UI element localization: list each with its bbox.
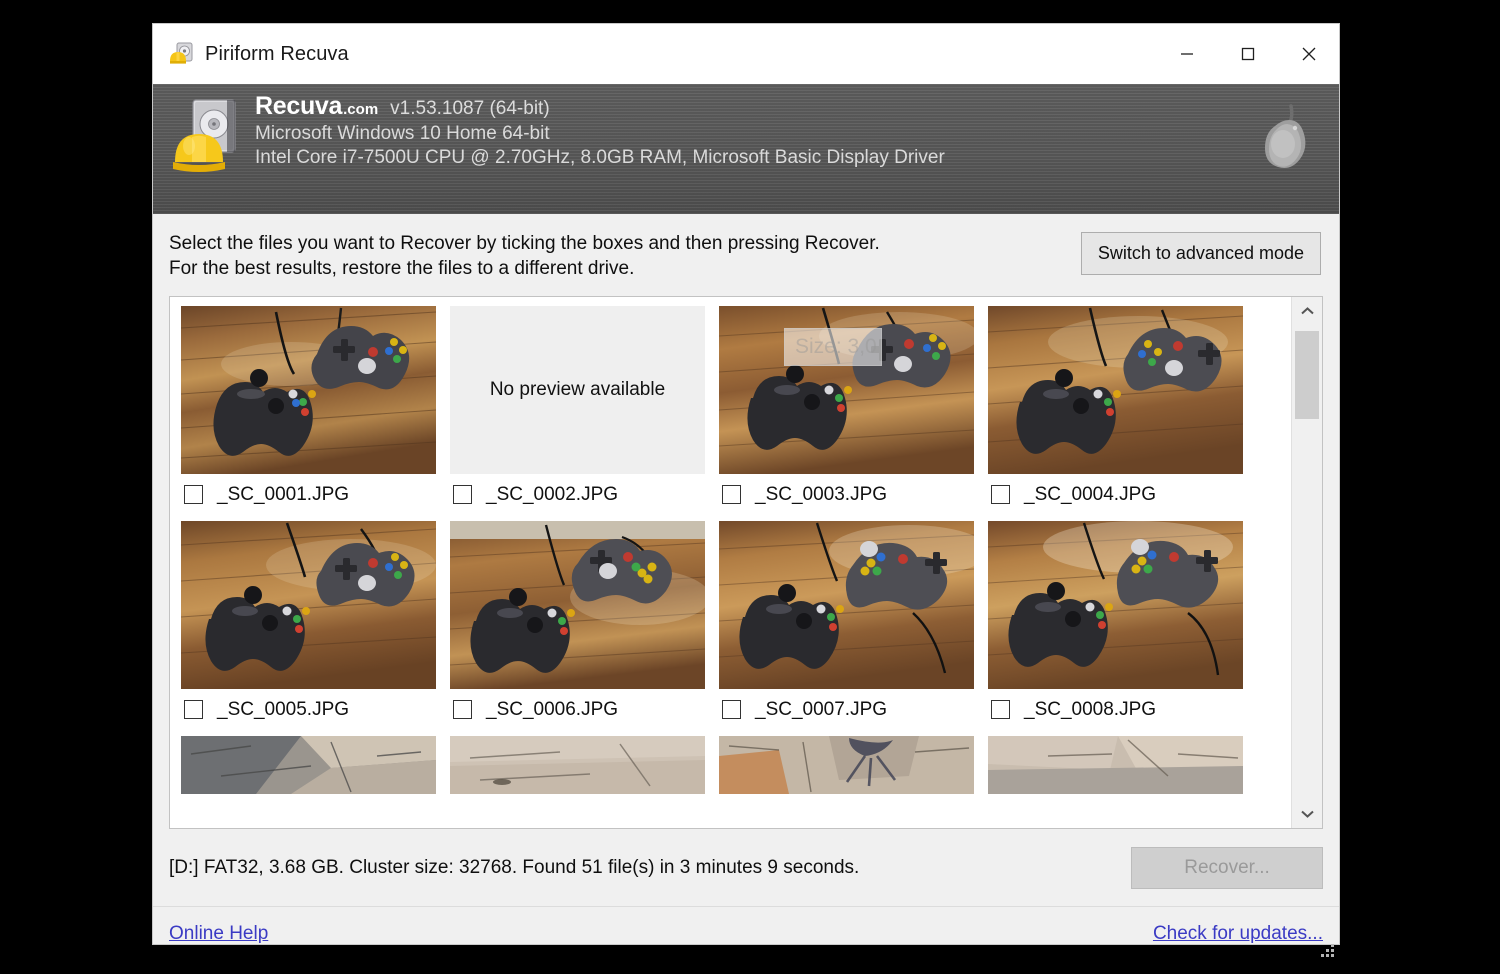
thumbnail-preview[interactable] (719, 306, 974, 474)
piriform-pear-icon (1261, 100, 1317, 174)
file-label-row[interactable]: _SC_0002.JPG (447, 474, 713, 516)
thumbnail-preview[interactable] (450, 736, 705, 794)
hard-drive-hardhat-icon (171, 96, 249, 182)
window-controls (1156, 24, 1339, 84)
file-checkbox[interactable] (991, 700, 1010, 719)
switch-advanced-mode-button[interactable]: Switch to advanced mode (1081, 232, 1321, 275)
file-checkbox[interactable] (722, 700, 741, 719)
file-checkbox[interactable] (722, 485, 741, 504)
file-label-row[interactable]: _SC_0001.JPG (178, 474, 444, 516)
thumbnail-preview[interactable] (988, 306, 1243, 474)
recuva-hardhat-icon (169, 41, 195, 67)
scrollbar-thumb[interactable] (1295, 331, 1319, 419)
file-list-panel: _SC_0001.JPG No preview available _SC_00… (169, 296, 1323, 829)
instruction-line-1: Select the files you want to Recover by … (169, 231, 880, 256)
file-list-scrollbar[interactable] (1291, 297, 1322, 828)
file-tile[interactable]: _SC_0008.JPG (985, 518, 1251, 731)
file-tile[interactable]: _SC_0001.JPG (178, 303, 444, 516)
thumbnail-preview[interactable] (181, 306, 436, 474)
window-title: Piriform Recuva (205, 43, 349, 66)
app-version: v1.53.1087 (64-bit) (390, 99, 550, 118)
minimize-button[interactable] (1156, 24, 1217, 84)
scrollbar-track[interactable] (1292, 325, 1322, 800)
brand-name: Recuva (255, 94, 342, 119)
online-help-link[interactable]: Online Help (169, 923, 268, 945)
file-tile[interactable]: No preview available _SC_0002.JPG (447, 303, 713, 516)
file-checkbox[interactable] (991, 485, 1010, 504)
file-label-row[interactable]: _SC_0003.JPG (716, 474, 982, 516)
file-label-row[interactable]: _SC_0005.JPG (178, 689, 444, 731)
file-label-row[interactable]: _SC_0008.JPG (985, 689, 1251, 731)
recover-button[interactable]: Recover... (1131, 847, 1323, 889)
brand-tld: .com (343, 102, 378, 117)
title-bar: Piriform Recuva (153, 24, 1339, 84)
file-name: _SC_0005.JPG (217, 699, 349, 721)
maximize-button[interactable] (1217, 24, 1278, 84)
hardware-info: Intel Core i7-7500U CPU @ 2.70GHz, 8.0GB… (255, 148, 945, 167)
footer-bar: Online Help Check for updates... (153, 907, 1339, 962)
file-tile[interactable]: _SC_0007.JPG (716, 518, 982, 731)
thumbnail-preview[interactable] (988, 521, 1243, 689)
resize-grip-icon[interactable] (1321, 944, 1335, 958)
file-thumbnail-grid[interactable]: _SC_0001.JPG No preview available _SC_00… (170, 297, 1291, 828)
instruction-area: Select the files you want to Recover by … (153, 214, 1339, 282)
file-tile[interactable] (985, 733, 1251, 795)
file-name: _SC_0001.JPG (217, 484, 349, 506)
file-tile[interactable] (447, 733, 713, 795)
status-row: [D:] FAT32, 3.68 GB. Cluster size: 32768… (169, 846, 1323, 890)
file-label-row[interactable]: _SC_0007.JPG (716, 689, 982, 731)
file-checkbox[interactable] (184, 700, 203, 719)
file-tile[interactable] (178, 733, 444, 795)
file-tile[interactable]: _SC_0003.JPG (716, 303, 982, 516)
os-info: Microsoft Windows 10 Home 64-bit (255, 124, 945, 143)
file-name: _SC_0006.JPG (486, 699, 618, 721)
file-tile[interactable] (716, 733, 982, 795)
file-label-row[interactable]: _SC_0006.JPG (447, 689, 713, 731)
app-info-banner: Recuva .com v1.53.1087 (64-bit) Microsof… (153, 84, 1339, 214)
file-checkbox[interactable] (184, 485, 203, 504)
file-name: _SC_0002.JPG (486, 484, 618, 506)
file-name: _SC_0004.JPG (1024, 484, 1156, 506)
no-preview-placeholder: No preview available (450, 306, 705, 474)
banner-text-block: Recuva .com v1.53.1087 (64-bit) Microsof… (255, 94, 945, 172)
thumbnail-preview[interactable] (719, 521, 974, 689)
file-checkbox[interactable] (453, 485, 472, 504)
thumbnail-preview[interactable] (719, 736, 974, 794)
thumbnail-preview[interactable] (181, 521, 436, 689)
file-tile[interactable]: _SC_0006.JPG (447, 518, 713, 731)
scroll-up-icon[interactable] (1292, 297, 1322, 325)
check-for-updates-link[interactable]: Check for updates... (1153, 923, 1323, 945)
file-name: _SC_0008.JPG (1024, 699, 1156, 721)
banner-version-line: Recuva .com v1.53.1087 (64-bit) (255, 94, 945, 119)
drive-status-text: [D:] FAT32, 3.68 GB. Cluster size: 32768… (169, 857, 859, 879)
file-checkbox[interactable] (453, 700, 472, 719)
file-tile[interactable]: _SC_0004.JPG (985, 303, 1251, 516)
thumbnail-preview[interactable] (988, 736, 1243, 794)
instruction-line-2: For the best results, restore the files … (169, 256, 880, 281)
file-label-row[interactable]: _SC_0004.JPG (985, 474, 1251, 516)
close-button[interactable] (1278, 24, 1339, 84)
scroll-down-icon[interactable] (1292, 800, 1322, 828)
file-tile[interactable]: _SC_0005.JPG (178, 518, 444, 731)
recuva-main-window: Piriform Recuva (152, 23, 1340, 945)
thumbnail-preview[interactable] (181, 736, 436, 794)
file-name: _SC_0003.JPG (755, 484, 887, 506)
thumbnail-preview[interactable] (450, 521, 705, 689)
file-name: _SC_0007.JPG (755, 699, 887, 721)
instruction-text: Select the files you want to Recover by … (169, 231, 880, 282)
